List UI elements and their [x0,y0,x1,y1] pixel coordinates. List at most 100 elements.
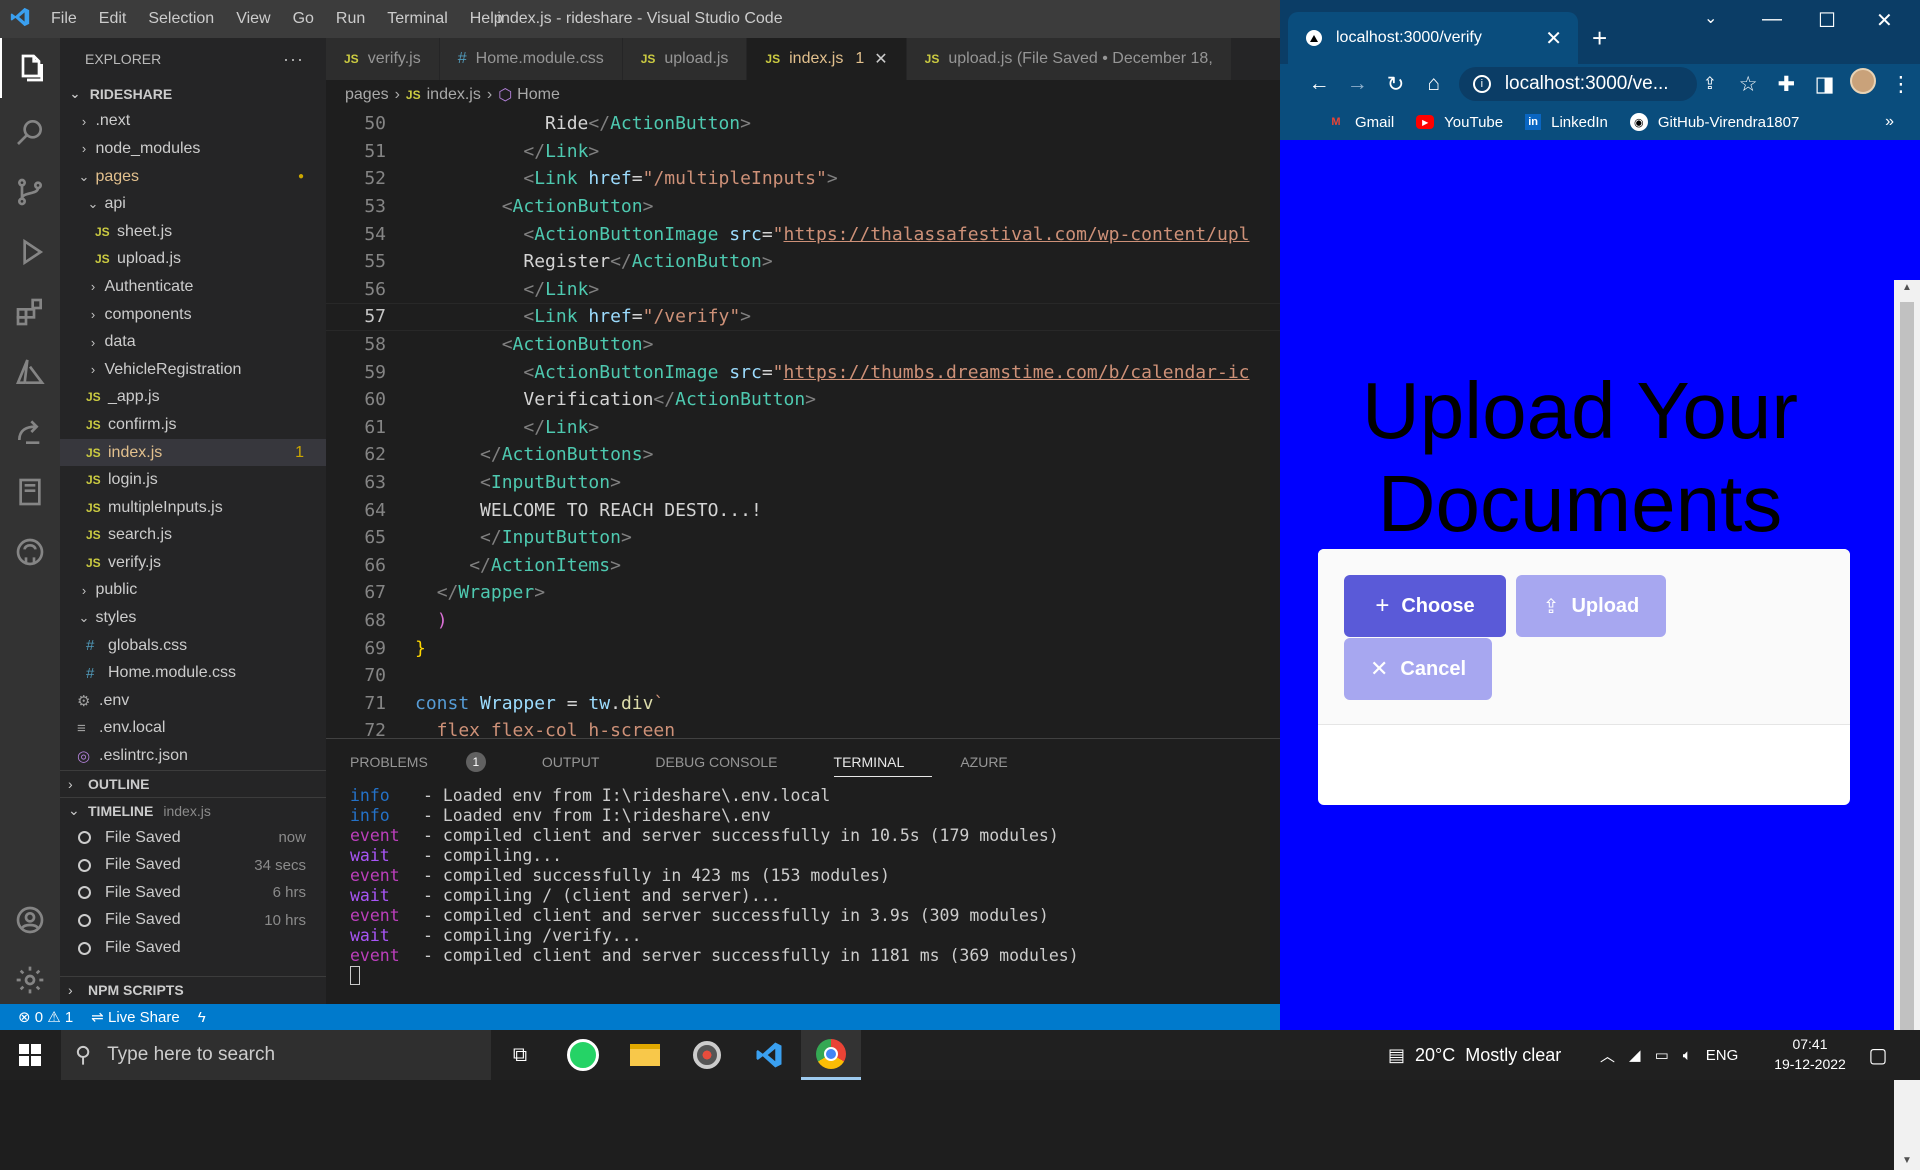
breadcrumb-file[interactable]: index.js [427,86,481,104]
editor-tab[interactable]: JS verify.js [326,38,440,80]
menu-file[interactable]: File [51,10,77,27]
bookmark-youtube[interactable]: ▶ YouTube [1416,114,1503,131]
panel-tab-azure[interactable]: AZURE [960,754,1035,770]
workspace-root[interactable]: ⌄ RIDESHARE [60,80,326,108]
forward-icon[interactable]: → [1338,72,1376,96]
bookmark-gmail[interactable]: M Gmail [1327,114,1394,131]
panel-tab-output[interactable]: OUTPUT [542,754,628,770]
back-icon[interactable]: ← [1300,72,1338,96]
reload-icon[interactable]: ↻ [1376,72,1414,97]
tree-folder[interactable]: › data [60,328,326,356]
menu-go[interactable]: Go [293,10,314,27]
timeline-section[interactable]: ⌄ TIMELINE index.js [60,796,326,824]
share-icon[interactable]: ⇪ [1691,74,1729,94]
tree-folder[interactable]: › components [60,301,326,329]
timeline-entry[interactable]: File Saved now [60,824,326,852]
extensions-puzzle-icon[interactable]: ✚ [1767,72,1805,97]
outline-section[interactable]: › OUTLINE [60,769,326,797]
live-share-icon[interactable] [0,402,60,462]
whatsapp-icon[interactable] [553,1030,613,1080]
tree-file[interactable]: JS login.js [60,466,326,494]
timeline-entry[interactable]: File Saved 10 hrs [60,907,326,935]
scroll-down-icon[interactable]: ▼ [1902,1155,1912,1166]
file-explorer-icon[interactable] [615,1030,675,1080]
battery-icon[interactable]: ▭ [1655,1046,1669,1064]
bookmark-star-icon[interactable]: ☆ [1729,72,1767,97]
browser-tab[interactable]: localhost:3000/verify ✕ [1288,12,1578,64]
menu-terminal[interactable]: Terminal [387,10,447,27]
menu-edit[interactable]: Edit [99,10,127,27]
tree-file[interactable]: JS search.js [60,522,326,550]
tree-folder[interactable]: › VehicleRegistration [60,356,326,384]
tree-folder[interactable]: ⌄ styles [60,604,326,632]
editor-tab[interactable]: JS upload.js (File Saved • December 18, [906,38,1232,80]
bookmark-github[interactable]: ◉ GitHub-Virendra1807 [1629,113,1799,131]
tab-search-icon[interactable]: ⌄ [1704,8,1717,28]
start-windows-icon[interactable] [0,1030,60,1080]
tree-folder[interactable]: ⌄ api [60,190,326,218]
tree-file[interactable]: # globals.css [60,632,326,660]
scroll-up-icon[interactable]: ▲ [1902,282,1912,293]
menu-help[interactable]: Help [470,10,503,27]
bookmark-linkedin[interactable]: in LinkedIn [1525,114,1608,131]
cancel-button[interactable]: ✕ Cancel [1344,638,1492,700]
vscode-taskbar-icon[interactable] [739,1030,799,1080]
breadcrumb-symbol[interactable]: Home [517,86,560,104]
panel-tab-terminal[interactable]: TERMINAL [833,754,933,777]
tree-file[interactable]: JS confirm.js [60,411,326,439]
close-window-icon[interactable]: ✕ [1876,8,1893,33]
volume-icon[interactable]: 🔈︎ [1683,1047,1692,1064]
settings-gear-icon[interactable] [0,950,60,1010]
tree-file[interactable]: ◎ .eslintrc.json [60,742,326,770]
run-debug-icon[interactable] [0,222,60,282]
minimize-icon[interactable]: — [1762,8,1782,31]
notifications-icon[interactable]: ▢ [1848,1030,1908,1080]
menu-selection[interactable]: Selection [148,10,214,27]
search-icon[interactable] [0,102,60,162]
timeline-entry[interactable]: File Saved 6 hrs [60,879,326,907]
tree-file[interactable]: # Home.module.css [60,659,326,687]
editor-tab[interactable]: JS upload.js [622,38,748,80]
close-tab-icon[interactable]: ✕ [1545,26,1562,51]
live-share-status[interactable]: ⇌ Live Share [91,1008,179,1026]
language-indicator[interactable]: ENG [1706,1047,1739,1064]
menu-view[interactable]: View [236,10,270,27]
extensions-icon[interactable] [0,282,60,342]
tree-folder[interactable]: ⌄ pages ● [60,163,326,191]
task-view-icon[interactable]: ⧉ [490,1030,550,1080]
weather-widget[interactable]: ▤ 20°C Mostly clear [1388,1030,1561,1080]
tree-file[interactable]: ⚙ .env [60,687,326,715]
code-editor[interactable]: 50 Ride</ActionButton> 51 </Link> 52 <Link… [326,110,1280,738]
terminal-prompt[interactable] [350,966,1280,986]
panel-tab-debug-console[interactable]: DEBUG CONSOLE [655,754,805,770]
source-control-icon[interactable] [0,162,60,222]
tree-file[interactable]: ≡ .env.local [60,715,326,743]
editor-tab[interactable]: JS index.js 1 ✕ [747,38,907,80]
more-bookmarks-icon[interactable]: » [1885,113,1894,131]
tree-file[interactable]: JS _app.js [60,384,326,412]
chrome-taskbar-icon[interactable] [801,1030,861,1080]
tray-chevron-icon[interactable]: ︿ [1600,1045,1615,1066]
network-icon[interactable]: ◢ [1629,1046,1641,1064]
tree-folder[interactable]: › public [60,577,326,605]
explorer-icon[interactable] [0,38,60,98]
tree-file[interactable]: JS upload.js [60,246,326,274]
clock[interactable]: 07:41 19-12-2022 [1770,1034,1850,1074]
home-icon[interactable]: ⌂ [1415,72,1453,96]
tree-file[interactable]: JS verify.js [60,549,326,577]
tree-folder[interactable]: › node_modules [60,135,326,163]
taskbar-search-box[interactable]: ⚲ Type here to search [61,1030,491,1080]
terminal-output[interactable]: info - Loaded env from I:\rideshare\.env.… [326,785,1280,986]
media-app-icon[interactable] [677,1030,737,1080]
more-actions-icon[interactable]: ··· [283,49,304,70]
problems-status[interactable]: ⊗ 0 ⚠ 1 [18,1008,73,1026]
timeline-entry[interactable]: File Saved [60,934,326,962]
chrome-menu-icon[interactable]: ⋮ [1882,72,1920,97]
maximize-icon[interactable]: ☐ [1818,8,1836,33]
tree-file[interactable]: JS multipleInputs.js [60,494,326,522]
upload-button[interactable]: ⇪ Upload [1516,575,1666,637]
github-icon[interactable] [0,522,60,582]
breadcrumb-pages[interactable]: pages [345,86,389,104]
side-panel-icon[interactable]: ◨ [1805,72,1843,97]
url-field[interactable]: i localhost:3000/ve... [1458,67,1697,101]
